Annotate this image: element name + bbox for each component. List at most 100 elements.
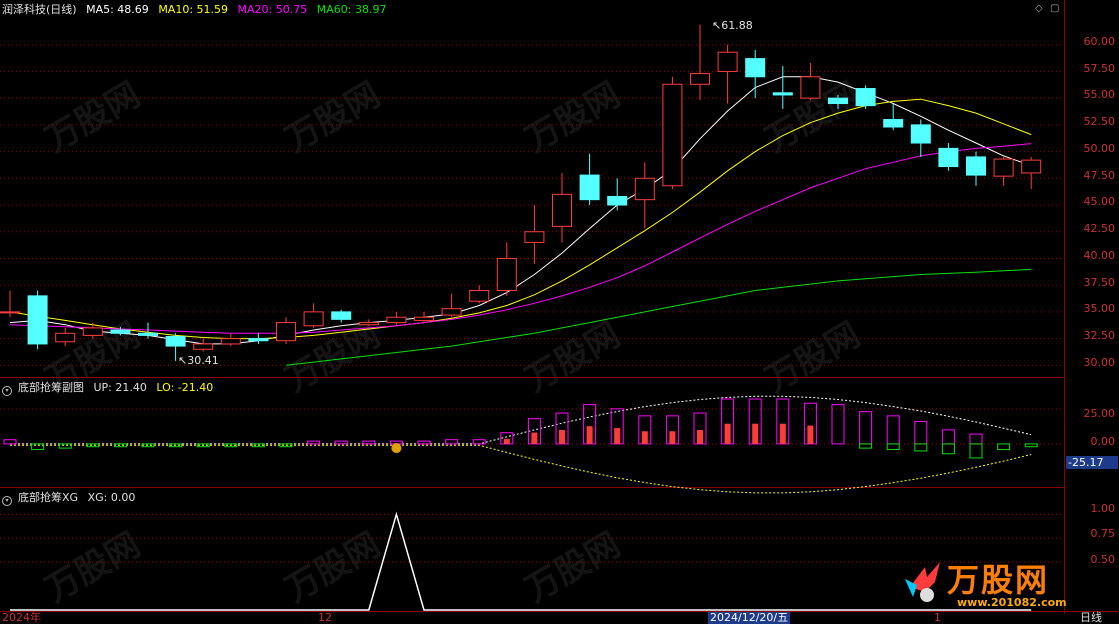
candle-body [966,156,986,176]
sub1-lo-bar [113,443,127,448]
period-switch[interactable]: 日线 [1080,612,1102,624]
date-cursor-label: 2024/12/20/五 [708,611,791,624]
sub1-inner-bar [697,430,703,444]
brand-name: 万股网 [947,561,1050,599]
sub2-tick: 1.00 [1090,502,1116,515]
brand-logo: 万股网 www.201082.com [905,555,1067,610]
sub2-header: ▾ 底部抢筹XG XG: 0.00 [2,491,141,506]
sub1-lo-bar [86,443,100,448]
sub1-title[interactable]: 底部抢筹副图 [18,381,84,394]
date-axis-border [0,611,1119,612]
candle-body [386,316,407,324]
sub1-up: UP: 21.40 [93,381,147,394]
brand-url: www.201082.com [957,596,1067,609]
candle-body [662,83,683,187]
sub1-lo-bar [941,443,955,455]
candle-body [1021,159,1042,174]
candle-body [607,195,628,206]
ma5-value: MA5: 48.69 [86,3,149,16]
candle-body [552,193,572,227]
price-tick: 42.50 [1083,222,1116,235]
price-tick: 30.00 [1083,356,1116,369]
sub1-up-bar [362,440,376,445]
candle-body [193,343,214,350]
sub1-up-bar [914,420,928,445]
candle-body [993,158,1014,177]
sub2-title[interactable]: 底部抢筹XG [18,491,78,504]
sub1-current-value: -25.17 [1066,456,1118,469]
moneybag-icon [391,443,402,454]
candle-body [883,119,904,128]
sub1-lo: LO: -21.40 [156,381,214,394]
sub1-lo-bar [58,443,72,449]
sub1-inner-bar [559,430,565,444]
date-tick: 2024年 [2,611,41,624]
price-tick: 50.00 [1083,142,1116,155]
sub1-inner-bar [614,428,621,444]
collapse-icon[interactable]: ▾ [2,386,12,396]
price-tick: 32.50 [1083,329,1116,342]
sub1-up-bar [859,411,873,445]
chart-canvas[interactable] [0,0,1064,611]
candle-body [441,308,462,316]
sub1-lower-band [10,444,1032,494]
candle-body [55,332,76,343]
stock-name[interactable]: 润泽科技 [2,3,46,16]
candle-body [634,177,655,201]
window-diamond-icon[interactable]: ◇ [1035,3,1043,14]
sub1-lo-bar [859,443,873,449]
sub1-inner-bar [724,423,731,444]
ma20-value: MA20: 50.75 [237,3,308,16]
candle-body [414,316,434,321]
sub1-lo-bar [31,443,45,451]
sub1-lo-bar [969,443,983,459]
sub1-up-bar [307,440,321,445]
sub2-tick: 0.50 [1090,553,1116,566]
candle-body [82,327,103,336]
sub1-lo-bar [914,443,928,452]
candle-body [800,76,821,99]
window-square-icon[interactable]: ▢ [1050,3,1059,14]
sub1-lo-bar [997,443,1011,451]
candle-body [690,73,710,85]
main-chart-header: 润泽科技(日线) MA5: 48.69 MA10: 51.59 MA20: 50… [2,3,392,16]
candle-body [248,338,269,342]
sub1-inner-bar [586,426,593,444]
sub1-upper-band [10,395,1032,445]
candle-body [220,338,241,345]
sub1-up-bar [831,404,845,445]
ma60-value: MA60: 38.97 [316,3,387,16]
sub1-up-bar [334,440,348,445]
ma10-value: MA10: 51.59 [158,3,229,16]
price-tick: 45.00 [1083,195,1116,208]
collapse-icon[interactable]: ▾ [2,496,12,506]
candle-body [717,51,738,72]
sub1-inner-bar [752,423,759,444]
candle-body [165,335,186,347]
sub1-inner-bar [807,425,814,444]
candle-body [110,329,131,334]
period-label: (日线) [46,3,77,16]
candle-body [745,58,766,78]
sub1-header: ▾ 底部抢筹副图 UP: 21.40 LO: -21.40 [2,381,219,396]
sub1-up-bar [445,439,459,445]
candle-body [303,311,324,327]
sub1-up-bar [3,439,17,445]
sub1-tick: 0.00 [1090,435,1116,448]
sub1-up-bar [886,415,900,445]
sub1-tick: 25.00 [1083,407,1116,420]
high-price-label: ↖61.88 [712,19,753,32]
date-tick: 1 [934,611,941,624]
price-tick: 40.00 [1083,249,1116,262]
sub2-xg: XG: 0.00 [87,491,136,504]
sub1-inner-bar [779,423,786,444]
candle-body [27,295,48,345]
candle-body [0,311,20,314]
candle-body [358,322,379,326]
low-price-label: ↖30.41 [178,354,219,367]
candle-body [331,311,352,320]
sub1-up-bar [417,440,431,445]
candle-body [138,332,158,336]
sub1-up-bar [941,429,955,445]
sub1-inner-bar [503,438,510,444]
